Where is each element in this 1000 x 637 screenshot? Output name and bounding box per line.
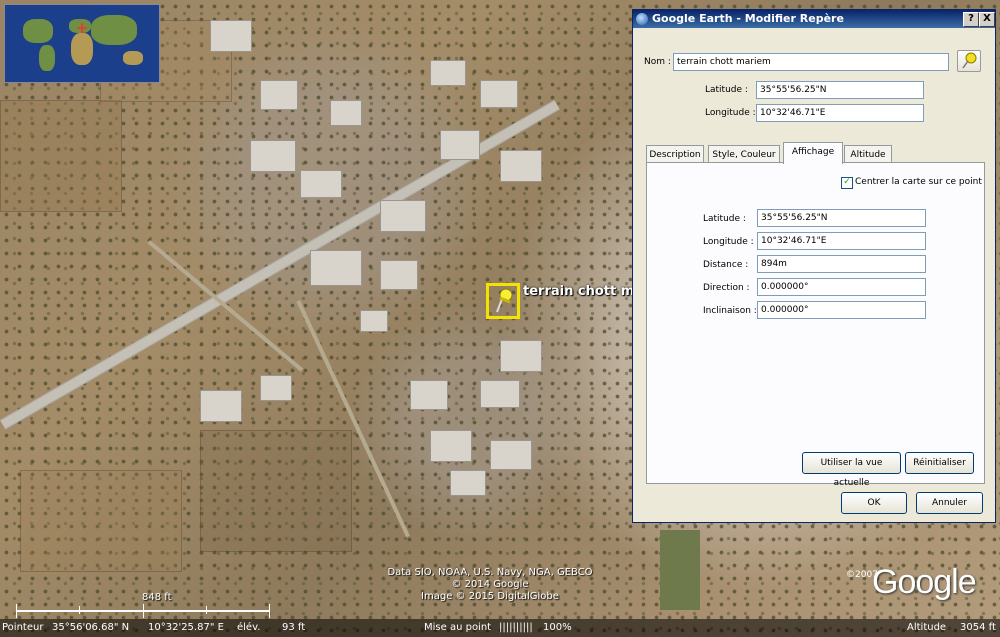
longitude-field[interactable]: 10°32'46.71"E	[756, 104, 924, 122]
building	[250, 140, 296, 172]
building	[450, 470, 486, 496]
streaming-label: Mise au point	[424, 622, 492, 633]
building	[480, 380, 520, 408]
building	[380, 200, 426, 232]
building	[330, 100, 362, 126]
scale-tick	[79, 606, 80, 614]
pointer-longitude: 10°32'25.87" E	[148, 622, 224, 633]
building	[410, 380, 448, 410]
continent-south-america	[39, 45, 55, 71]
altitude-value: 3054 ft	[960, 622, 996, 633]
google-earth-icon	[636, 13, 648, 25]
scale-tick	[143, 604, 144, 618]
pointer-latitude: 35°56'06.68" N	[52, 622, 130, 633]
overview-globe-map[interactable]	[4, 4, 160, 83]
distance-label: Distance :	[703, 260, 749, 270]
placemark-selection-box[interactable]	[486, 283, 520, 319]
pushpin-style-button[interactable]	[957, 50, 981, 72]
pointer-label: Pointeur	[2, 622, 44, 633]
building	[260, 80, 298, 110]
pushpin-icon	[962, 52, 977, 69]
scale-bar: 848 ft	[16, 592, 270, 618]
location-crosshair-icon	[77, 23, 87, 33]
center-map-label: Centrer la carte sur ce point	[855, 177, 982, 187]
reset-button[interactable]: Réinitialiser	[905, 452, 974, 474]
latitude-label: Latitude :	[705, 85, 748, 95]
credit-line: Data SIO, NOAA, U.S. Navy, NGA, GEBCO	[387, 567, 593, 578]
direction-label: Direction :	[703, 283, 750, 293]
building	[480, 80, 518, 108]
building	[310, 250, 362, 286]
status-bar: Pointeur 35°56'06.68" N 10°32'25.87" E é…	[0, 619, 1000, 637]
dialog-title: Google Earth - Modifier Repère	[652, 12, 844, 25]
dialog-titlebar[interactable]: Google Earth - Modifier Repère ? X	[633, 10, 995, 28]
direction-field[interactable]: 0.000000°	[757, 278, 926, 296]
distance-field[interactable]: 894m	[757, 255, 926, 273]
streaming-percent: 100%	[543, 622, 572, 633]
field-parcel	[20, 470, 182, 572]
elevation-value: 93 ft	[282, 622, 306, 633]
ok-button[interactable]: OK	[841, 492, 907, 514]
tilt-label: Inclinaison :	[703, 306, 757, 316]
building	[440, 130, 480, 160]
pushpin-icon	[496, 288, 513, 313]
tab-style-color[interactable]: Style, Couleur	[708, 145, 780, 163]
building	[260, 375, 292, 401]
latitude-field[interactable]: 35°55'56.25"N	[756, 81, 924, 99]
building	[380, 260, 418, 290]
building	[490, 440, 532, 470]
altitude-label: Altitude	[907, 622, 947, 633]
building	[500, 150, 542, 182]
building	[430, 60, 466, 86]
streaming-bars: ||||||||||	[499, 622, 533, 633]
name-label: Nom :	[644, 57, 671, 67]
scale-tick	[16, 604, 17, 618]
cancel-button[interactable]: Annuler	[916, 492, 983, 514]
building	[200, 390, 242, 422]
credit-line: Image © 2015 DigitalGlobe	[421, 591, 559, 602]
longitude-label: Longitude :	[705, 108, 756, 118]
building	[210, 20, 252, 52]
tab-view[interactable]: Affichage	[783, 142, 843, 164]
continent-australia	[123, 51, 143, 65]
tab-altitude[interactable]: Altitude	[844, 145, 892, 163]
google-logo: Google	[872, 563, 977, 601]
building	[300, 170, 342, 198]
help-button[interactable]: ?	[963, 12, 979, 27]
name-field[interactable]: terrain chott mariem	[673, 53, 949, 71]
view-latitude-field[interactable]: 35°55'56.25"N	[757, 209, 926, 227]
field-parcel	[0, 100, 122, 212]
building	[430, 430, 472, 462]
continent-asia	[91, 15, 137, 45]
continent-africa	[71, 33, 93, 65]
tilt-field[interactable]: 0.000000°	[757, 301, 926, 319]
center-map-checkbox[interactable]: ✓	[841, 177, 853, 189]
view-longitude-field[interactable]: 10°32'46.71"E	[757, 232, 926, 250]
view-latitude-label: Latitude :	[703, 214, 746, 224]
green-field	[660, 530, 700, 610]
building	[360, 310, 388, 332]
field-parcel	[200, 430, 352, 552]
close-button[interactable]: X	[979, 12, 995, 27]
continent-north-america	[23, 19, 53, 43]
scale-tick	[269, 604, 270, 618]
tab-description[interactable]: Description	[646, 145, 704, 163]
scale-label: 848 ft	[142, 592, 172, 603]
use-current-view-button[interactable]: Utiliser la vue actuelle	[802, 452, 901, 488]
imagery-credits: Data SIO, NOAA, U.S. Navy, NGA, GEBCO © …	[380, 567, 600, 603]
scale-tick	[206, 606, 207, 614]
edit-placemark-dialog: Google Earth - Modifier Repère ? X Nom :…	[632, 9, 996, 523]
elevation-label: élév.	[237, 622, 261, 633]
view-longitude-label: Longitude :	[703, 237, 754, 247]
building	[500, 340, 542, 372]
credit-line: © 2014 Google	[451, 579, 529, 590]
